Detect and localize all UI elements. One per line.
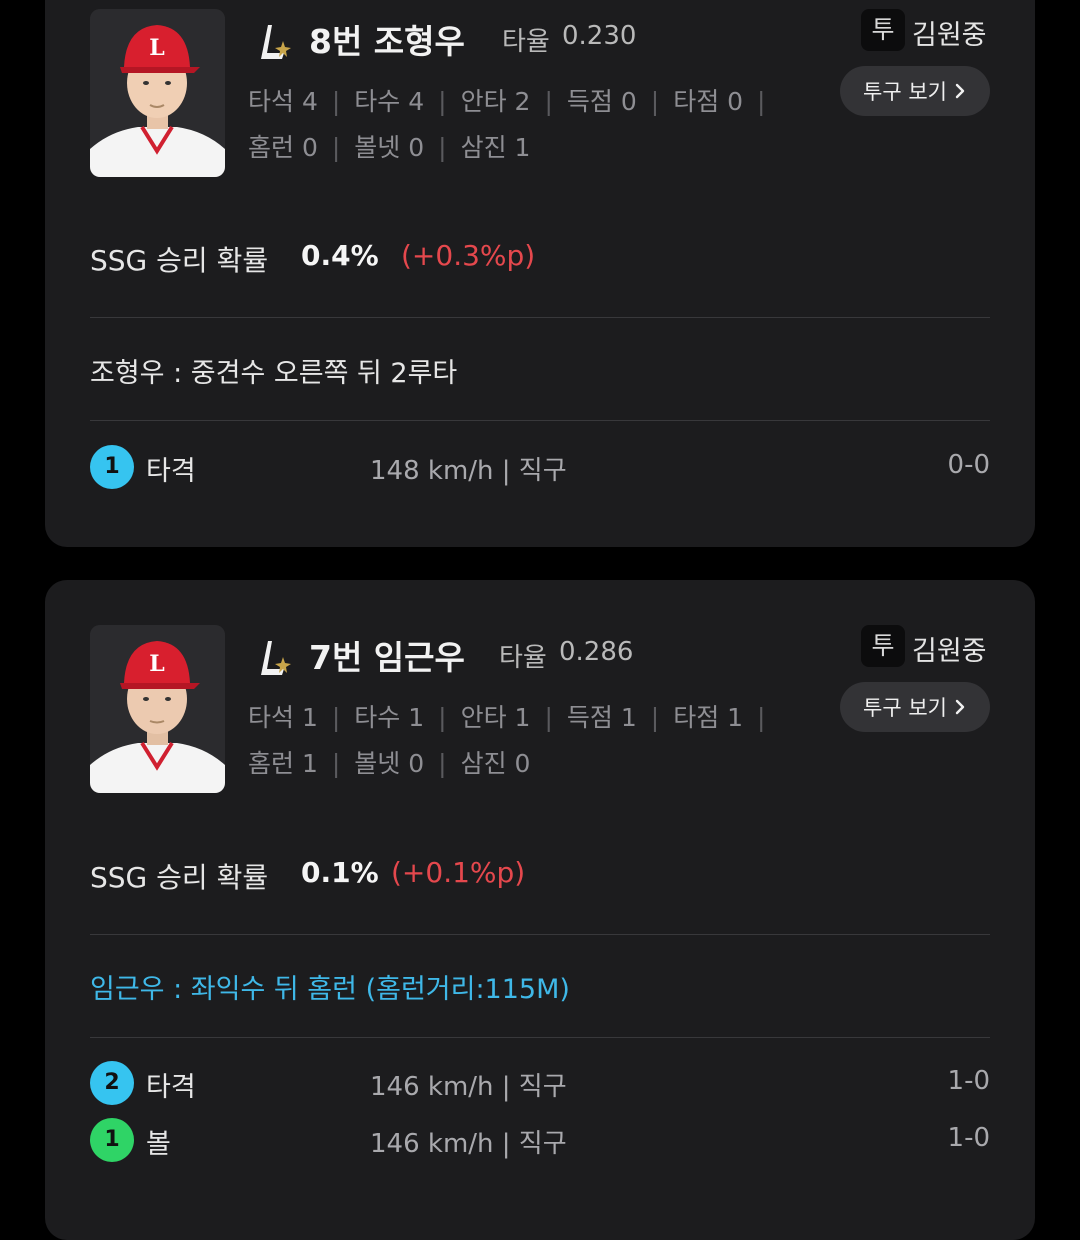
stat-walks: 볼넷 0 <box>354 133 425 162</box>
view-pitches-button[interactable]: 투구 보기 <box>840 682 990 732</box>
win-probability-value: 0.4% <box>301 239 379 272</box>
pitcher-name: 김원중 <box>912 20 987 51</box>
win-probability-delta: (+0.3%p) <box>401 239 536 272</box>
pitch-number-badge: 1 <box>90 445 134 489</box>
win-probability-delta: (+0.1%p) <box>391 856 526 889</box>
stat-strikeouts: 삼진 1 <box>460 133 531 162</box>
at-bat-card: L 8번 조형우 타율 0.230 타석 4 | 타수 4 | 안타 2 | 득점 0 | 타점… <box>45 0 1035 547</box>
pitch-row: 2 타격 146 km/h | 직구 1-0 <box>90 1061 990 1105</box>
stat-at-bats: 타수 1 <box>354 703 425 732</box>
lotte-giants-logo-icon <box>261 641 291 675</box>
pitch-speed-type: 148 km/h | 직구 <box>370 456 567 486</box>
stat-runs: 득점 1 <box>566 703 637 732</box>
view-pitches-button[interactable]: 투구 보기 <box>840 66 990 116</box>
pitcher-name: 김원중 <box>912 636 987 667</box>
divider <box>90 317 990 318</box>
pitcher-badge: 투 <box>861 9 905 51</box>
batting-average-label: 타율 <box>499 643 547 673</box>
batting-average-value: 0.230 <box>562 21 637 51</box>
pitcher-badge: 투 <box>861 625 905 667</box>
win-probability-value: 0.1% <box>301 856 379 889</box>
pitch-result: 타격 <box>146 456 196 487</box>
lotte-giants-logo-icon <box>261 25 291 59</box>
chevron-right-icon <box>955 699 965 715</box>
at-bat-card: L 7번 임근우 타율 0.286 타석 1 | 타수 1 | 안타 1 | 득점 1 | 타점… <box>45 580 1035 1240</box>
svg-text:L: L <box>149 651 164 677</box>
pitch-number-badge: 1 <box>90 1118 134 1162</box>
pitch-row: 1 볼 146 km/h | 직구 1-0 <box>90 1118 990 1162</box>
stat-plate-appearances: 타석 1 <box>248 703 318 732</box>
pitch-result: 타격 <box>146 1072 196 1103</box>
pitch-speed-type: 146 km/h | 직구 <box>370 1129 567 1159</box>
ball-strike-count: 0-0 <box>947 450 990 480</box>
stat-home-runs: 홈런 0 <box>248 133 318 162</box>
win-probability-label: SSG 승리 확률 <box>90 244 269 277</box>
ball-strike-count: 1-0 <box>947 1123 990 1153</box>
pitch-result: 볼 <box>146 1129 171 1160</box>
stat-strikeouts: 삼진 0 <box>460 749 531 778</box>
pitch-speed-type: 146 km/h | 직구 <box>370 1072 567 1102</box>
stat-walks: 볼넷 0 <box>354 749 425 778</box>
divider <box>90 420 990 421</box>
stat-plate-appearances: 타석 4 <box>248 87 318 116</box>
chevron-right-icon <box>955 83 965 99</box>
ball-strike-count: 1-0 <box>947 1066 990 1096</box>
divider <box>90 934 990 935</box>
batter-stats: 타석 4 | 타수 4 | 안타 2 | 득점 0 | 타점 0 | 홈런 0 | 볼넷 0 | 삼진 1 <box>248 87 766 162</box>
stat-runs: 득점 0 <box>566 87 637 116</box>
win-probability-label: SSG 승리 확률 <box>90 861 269 894</box>
view-pitches-label: 투구 보기 <box>863 80 947 104</box>
svg-text:L: L <box>149 35 164 61</box>
view-pitches-label: 투구 보기 <box>863 696 947 720</box>
play-description: 조형우 : 중견수 오른쪽 뒤 2루타 <box>90 358 458 389</box>
player-photo: L <box>90 625 225 793</box>
pitch-row: 1 타격 148 km/h | 직구 0-0 <box>90 445 990 489</box>
stat-rbi: 타점 1 <box>673 703 744 732</box>
player-photo: L <box>90 9 225 177</box>
pitch-number-badge: 2 <box>90 1061 134 1105</box>
batter-name: 8번 조형우 <box>309 22 465 61</box>
stat-rbi: 타점 0 <box>673 87 744 116</box>
divider <box>90 1037 990 1038</box>
batting-average-value: 0.286 <box>559 637 634 667</box>
batting-average-label: 타율 <box>502 27 550 57</box>
stat-at-bats: 타수 4 <box>354 87 425 116</box>
stat-home-runs: 홈런 1 <box>248 749 318 778</box>
batter-stats: 타석 1 | 타수 1 | 안타 1 | 득점 1 | 타점 1 | 홈런 1 | 볼넷 0 | 삼진 0 <box>248 703 766 778</box>
stat-hits: 안타 1 <box>460 703 531 732</box>
batter-name: 7번 임근우 <box>309 638 465 677</box>
stat-hits: 안타 2 <box>460 87 531 116</box>
play-description: 임근우 : 좌익수 뒤 홈런 (홈런거리:115M) <box>90 974 570 1005</box>
